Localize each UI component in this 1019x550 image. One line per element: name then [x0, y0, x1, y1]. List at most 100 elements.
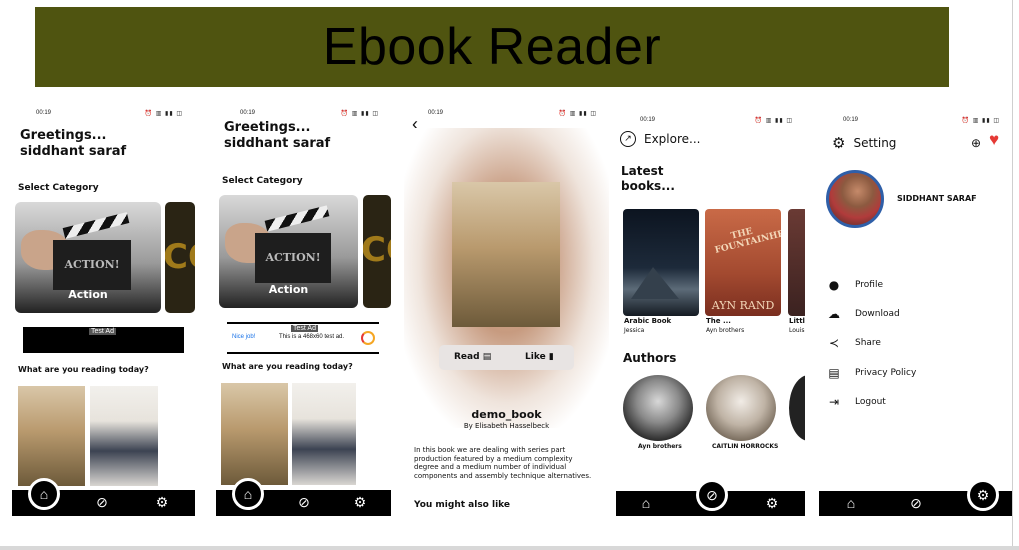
like-button[interactable]: Like ▮	[525, 352, 554, 362]
explore-title: Explore...	[644, 132, 701, 146]
like-label: Like	[525, 352, 546, 362]
clapper-top	[264, 205, 330, 232]
category-card-next[interactable]: CO	[363, 195, 391, 308]
compass-icon[interactable]: ⊘	[94, 494, 110, 510]
settings-title: Setting	[853, 136, 897, 150]
share-icon: ≺	[828, 336, 840, 350]
gear-icon[interactable]: ⚙	[967, 479, 999, 511]
phone-screen-book-detail: 00:19 ⏰ ▥ ▮▮ ◫ ‹ Read ▤ Like ▮ demo_book…	[404, 98, 609, 510]
ad-banner[interactable]: Test Ad	[23, 327, 184, 353]
greeting: Greetings... siddhant saraf	[20, 128, 126, 160]
category-title: Action	[268, 283, 309, 296]
person-icon: ●	[828, 278, 840, 292]
read-like-bar: Read ▤ Like ▮	[439, 345, 574, 370]
status-icons: ⏰ ▥ ▮▮ ◫	[961, 118, 1000, 124]
author-avatar[interactable]	[789, 375, 805, 441]
book-cover[interactable]: THE FOUNTAINHEAD AYN RAND	[705, 209, 781, 316]
divider	[0, 546, 1019, 550]
book-title: Littl	[789, 317, 805, 325]
home-icon[interactable]: ⌂	[843, 495, 859, 511]
menu-item-download[interactable]: ☁ Download	[827, 306, 900, 322]
compass-icon[interactable]: ⊘	[908, 495, 924, 511]
category-card-text: CO	[363, 230, 391, 270]
app-banner: Ebook Reader	[35, 7, 949, 87]
category-card-action[interactable]: ACTION! Action	[219, 195, 358, 308]
category-card-action[interactable]: ACTION! Action	[15, 202, 161, 313]
menu-item-share[interactable]: ≺ Share	[827, 335, 881, 351]
latest-line: Latest	[621, 164, 664, 178]
menu-label: Privacy Policy	[855, 368, 917, 378]
book-author: Ayn brothers	[706, 327, 745, 334]
home-icon[interactable]: ⌂	[232, 478, 264, 510]
mountain-shape	[631, 267, 679, 299]
category-title: Action	[68, 288, 108, 301]
home-icon[interactable]: ⌂	[638, 495, 654, 511]
home-icon[interactable]: ⌂	[28, 478, 60, 510]
heart-icon[interactable]: ♥	[989, 130, 999, 150]
book-thumbnail[interactable]	[90, 386, 158, 486]
section-title: Authors	[623, 351, 677, 365]
book-thumbnail[interactable]	[292, 383, 356, 485]
bottom-nav: ⌂ ⊘ ⚙	[12, 478, 195, 516]
phone-screen-home-ad: 00:19 ⏰ ▥ ▮▮ ◫ Greetings... siddhant sar…	[216, 98, 391, 516]
phone-screen-explore: 00:19 ⏰ ▥ ▮▮ ◫ ↗ Explore... Latest books…	[616, 98, 805, 516]
book-cover	[452, 182, 560, 327]
section-title: Latest books...	[621, 164, 675, 194]
status-icons: ⏰ ▥ ▮▮ ◫	[340, 111, 379, 117]
book-title: The ...	[706, 317, 731, 325]
status-time: 00:19	[843, 117, 859, 123]
menu-label: Download	[855, 309, 900, 319]
section-title: What are you reading today?	[222, 362, 353, 371]
compass-icon[interactable]: ⊘	[296, 494, 312, 510]
book-description: In this book we are dealing with series …	[414, 446, 592, 480]
author-avatar[interactable]	[706, 375, 776, 441]
compass-icon: ↗	[620, 131, 636, 147]
category-card-next[interactable]: CO	[165, 202, 195, 313]
read-button[interactable]: Read ▤	[454, 352, 491, 362]
status-bar: 00:19 ⏰ ▥ ▮▮ ◫	[819, 117, 1012, 127]
status-bar: 00:19 ⏰ ▥ ▮▮ ◫	[216, 110, 391, 120]
book-thumbnail[interactable]	[221, 383, 288, 485]
status-bar: 00:19 ⏰ ▥ ▮▮ ◫	[616, 117, 805, 127]
read-label: Read	[454, 352, 480, 362]
logout-icon: ⇥	[828, 395, 840, 409]
menu-item-profile[interactable]: ● Profile	[827, 277, 883, 293]
book-cover[interactable]	[788, 209, 805, 316]
book-thumbnail[interactable]	[18, 386, 85, 486]
book-title: demo_book	[471, 408, 542, 421]
latest-line: books...	[621, 179, 675, 193]
status-time: 00:19	[240, 110, 256, 116]
menu-item-logout[interactable]: ⇥ Logout	[827, 394, 886, 410]
banner-title: Ebook Reader	[322, 18, 662, 76]
clapper-top	[62, 212, 130, 239]
book-cover[interactable]	[623, 209, 699, 316]
status-icons: ⏰ ▥ ▮▮ ◫	[558, 111, 597, 117]
greeting-line: Greetings...	[224, 120, 311, 135]
menu-label: Logout	[855, 397, 886, 407]
book-author: Jessica	[624, 327, 645, 334]
author-avatar[interactable]	[623, 375, 693, 441]
status-icons: ⏰ ▥ ▮▮ ◫	[754, 118, 793, 124]
gear-icon[interactable]: ⚙	[352, 494, 368, 510]
cover-author: AYN RAND	[711, 299, 775, 312]
explore-header: ↗ Explore...	[620, 131, 700, 147]
section-title: Select Category	[222, 176, 303, 186]
user-name: SIDDHANT SARAF	[897, 194, 977, 203]
menu-item-privacy-policy[interactable]: ▤ Privacy Policy	[827, 365, 916, 381]
gear-icon[interactable]: ⚙	[154, 494, 170, 510]
phone-screen-home: 00:19 ⏰ ▥ ▮▮ ◫ Greetings... siddhant sar…	[12, 98, 195, 516]
compass-icon[interactable]: ⊘	[696, 479, 728, 511]
gear-icon: ⚙	[832, 134, 846, 152]
language-icon[interactable]: ⊕	[971, 136, 981, 150]
ad-banner[interactable]: Test Ad Nice job! This is a 468x60 test …	[227, 322, 379, 354]
cloud-download-icon: ☁	[828, 307, 840, 321]
status-time: 00:19	[36, 110, 52, 116]
avatar[interactable]	[826, 170, 884, 228]
status-icons: ⏰ ▥ ▮▮ ◫	[144, 111, 183, 117]
clapperboard: ACTION!	[53, 240, 131, 290]
policy-icon: ▤	[828, 366, 840, 380]
menu-label: Share	[855, 338, 881, 348]
phone-screen-settings: 00:19 ⏰ ▥ ▮▮ ◫ ⚙ Setting ⊕ ♥ SIDDHANT SA…	[819, 98, 1012, 516]
bookmark-icon: ▮	[548, 352, 554, 362]
gear-icon[interactable]: ⚙	[764, 495, 780, 511]
